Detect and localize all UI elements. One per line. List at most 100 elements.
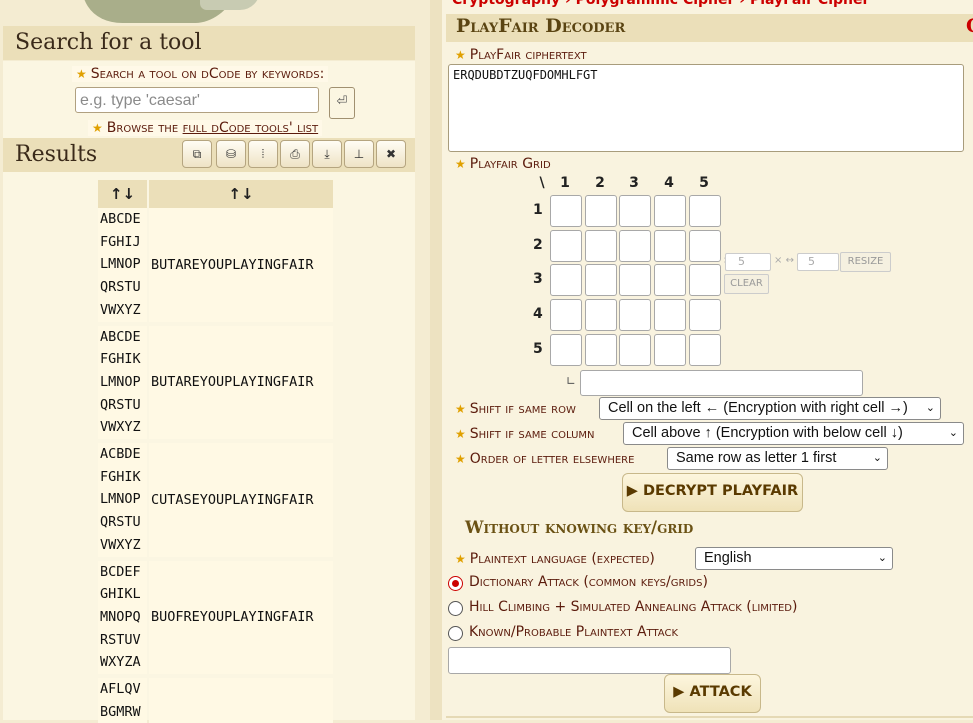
attack-option-label[interactable]: Hill Climbing + Simulated Annealing Atta…	[469, 599, 797, 615]
grid-col-header: 3	[629, 175, 639, 191]
grid-col-header: 5	[699, 175, 709, 191]
result-grid: BCDEF GHIKL MNOPQ RSTUV WXYZA	[98, 560, 147, 675]
result-plaintext[interactable]	[149, 678, 333, 723]
grid-cell-input[interactable]	[619, 299, 651, 331]
resize-button[interactable]: RESIZE	[840, 252, 891, 272]
breadcrumb[interactable]: Cryptography › Polygrammic Cipher › Play…	[452, 0, 869, 8]
search-input[interactable]: e.g. type 'caesar'	[75, 87, 319, 113]
save-button[interactable]: ⛁	[216, 140, 246, 168]
result-grid: AFLQV BGMRW	[98, 678, 147, 723]
result-grid: ACBDE FGHIK LMNOP QRSTU VWXYZ	[98, 443, 147, 557]
close-button[interactable]: ✖	[376, 140, 406, 168]
grid-cell-input[interactable]	[689, 299, 721, 331]
attack-option-label[interactable]: Known/Probable Plaintext Attack	[469, 624, 678, 640]
grid-cell-input[interactable]	[619, 264, 651, 296]
grid-cell-input[interactable]	[654, 334, 686, 366]
search-panel-title: Search for a tool	[15, 30, 202, 55]
copy-button[interactable]: ⧉	[182, 140, 212, 168]
clear-button[interactable]: CLEAR	[724, 274, 769, 294]
plaintext-language-label: ★ Plaintext language (expected)	[455, 551, 655, 567]
grid-cell-input[interactable]	[585, 299, 617, 331]
shift-row-select[interactable]: Cell on the left ← (Encryption with righ…	[599, 397, 941, 420]
star-icon: ★	[455, 552, 466, 566]
attack-button[interactable]: ▶ ATTACK	[664, 674, 761, 713]
result-plaintext[interactable]: BUTAREYOUPLAYINGFAIR	[149, 325, 333, 440]
star-icon: ★	[455, 48, 466, 62]
grid-cell-input[interactable]	[585, 230, 617, 262]
attack-radio[interactable]	[448, 626, 463, 641]
grid-row-header: 3	[533, 271, 543, 287]
grid-cell-input[interactable]	[550, 195, 582, 227]
logo-shadow	[200, 0, 260, 10]
browse-tools-link-row: ★ Browse the full dCode tools' list	[88, 120, 323, 136]
grid-cell-input[interactable]	[654, 230, 686, 262]
search-submit-button[interactable]: ⏎	[329, 87, 355, 119]
grid-key-input[interactable]	[580, 370, 863, 396]
grid-cell-input[interactable]	[550, 299, 582, 331]
star-icon: ★	[455, 427, 466, 441]
grid-cell-input[interactable]	[619, 334, 651, 366]
known-plaintext-input[interactable]	[448, 647, 731, 674]
grid-cell-input[interactable]	[550, 264, 582, 296]
star-icon: ★	[455, 402, 466, 416]
columns-button[interactable]: ⦙	[248, 140, 278, 168]
without-key-heading: Without knowing key/grid	[465, 518, 694, 537]
columns-icon: ⦙	[261, 147, 265, 161]
attack-radio[interactable]	[448, 576, 463, 591]
table-row: ACBDE FGHIK LMNOP QRSTU VWXYZ CUTASEYOUPL…	[98, 443, 333, 557]
result-plaintext[interactable]: CUTASEYOUPLAYINGFAIR	[149, 443, 333, 557]
grid-cell-input[interactable]	[654, 195, 686, 227]
grid-key-corner-icon: ∟	[566, 374, 577, 388]
ciphertext-textarea[interactable]: ERQDUBDTZUQFDOMHLFGT	[448, 64, 964, 152]
grid-cols-input[interactable]: 5	[797, 253, 839, 271]
search-panel-header: Search for a tool	[3, 26, 415, 60]
shift-row-label: ★ Shift if same row	[455, 401, 576, 417]
grid-cell-input[interactable]	[550, 230, 582, 262]
grid-cell-input[interactable]	[619, 230, 651, 262]
grid-cell-input[interactable]	[585, 195, 617, 227]
plaintext-language-select[interactable]: English ⌄	[695, 547, 893, 570]
decrypt-button[interactable]: ▶ DECRYPT PLAYFAIR	[622, 473, 803, 512]
grid-row-header: 2	[533, 237, 543, 253]
download-icon: ⤓	[324, 147, 330, 161]
grid-row-header: 5	[533, 341, 543, 357]
sort-column-plaintext[interactable]: ↑↓	[149, 180, 333, 208]
full-tools-list-link[interactable]: full dCode tools' list	[183, 120, 319, 136]
table-row: ABCDE FGHIJ LMNOP QRSTU VWXYZ BUTAREYOUPL…	[98, 208, 333, 322]
grid-col-header: 4	[664, 175, 674, 191]
sort-column-grid[interactable]: ↑↓	[98, 180, 147, 208]
order-label: ★ Order of letter elsewhere	[455, 451, 635, 467]
shift-column-select[interactable]: Cell above ↑ (Encryption with below cell…	[623, 422, 964, 445]
page-title: PlayFair Decoder	[456, 15, 626, 37]
table-row: ABCDE FGHIK LMNOP QRSTU VWXYZ BUTAREYOUPL…	[98, 325, 333, 440]
result-plaintext[interactable]: BUTAREYOUPLAYINGFAIR	[149, 208, 333, 322]
print-button[interactable]: ⎙	[280, 140, 310, 168]
grid-size-separator: × ↔	[774, 255, 794, 266]
attack-radio[interactable]	[448, 601, 463, 616]
grid-cell-input[interactable]	[585, 264, 617, 296]
result-grid: ABCDE FGHIK LMNOP QRSTU VWXYZ	[98, 325, 147, 440]
shift-column-label: ★ Shift if same column	[455, 426, 595, 442]
download-button[interactable]: ⤓	[312, 140, 342, 168]
grid-cell-input[interactable]	[550, 334, 582, 366]
grid-cell-input[interactable]	[689, 264, 721, 296]
attack-option-label[interactable]: Dictionary Attack (common keys/grids)	[469, 574, 708, 590]
grid-cell-input[interactable]	[654, 264, 686, 296]
pin-button[interactable]: ⊥	[344, 140, 374, 168]
grid-cell-input[interactable]	[689, 195, 721, 227]
column-separator[interactable]	[430, 0, 442, 720]
grid-cell-input[interactable]	[689, 230, 721, 262]
grid-cell-input[interactable]	[654, 299, 686, 331]
results-panel-title: Results	[15, 142, 98, 167]
grid-cell-input[interactable]	[689, 334, 721, 366]
ciphertext-label: ★ PlayFair ciphertext	[455, 47, 587, 63]
grid-cell-input[interactable]	[619, 195, 651, 227]
save-icon: ⛁	[225, 147, 237, 161]
grid-cell-input[interactable]	[585, 334, 617, 366]
copy-icon: ⧉	[192, 147, 202, 161]
next-panel-title-fragment: C	[966, 15, 973, 37]
grid-rows-input[interactable]: 5	[725, 253, 771, 271]
order-select[interactable]: Same row as letter 1 first ⌄	[667, 447, 888, 470]
result-grid: ABCDE FGHIJ LMNOP QRSTU VWXYZ	[98, 208, 147, 322]
result-plaintext[interactable]: BUOFREYOUPLAYINGFAIR	[149, 560, 333, 675]
